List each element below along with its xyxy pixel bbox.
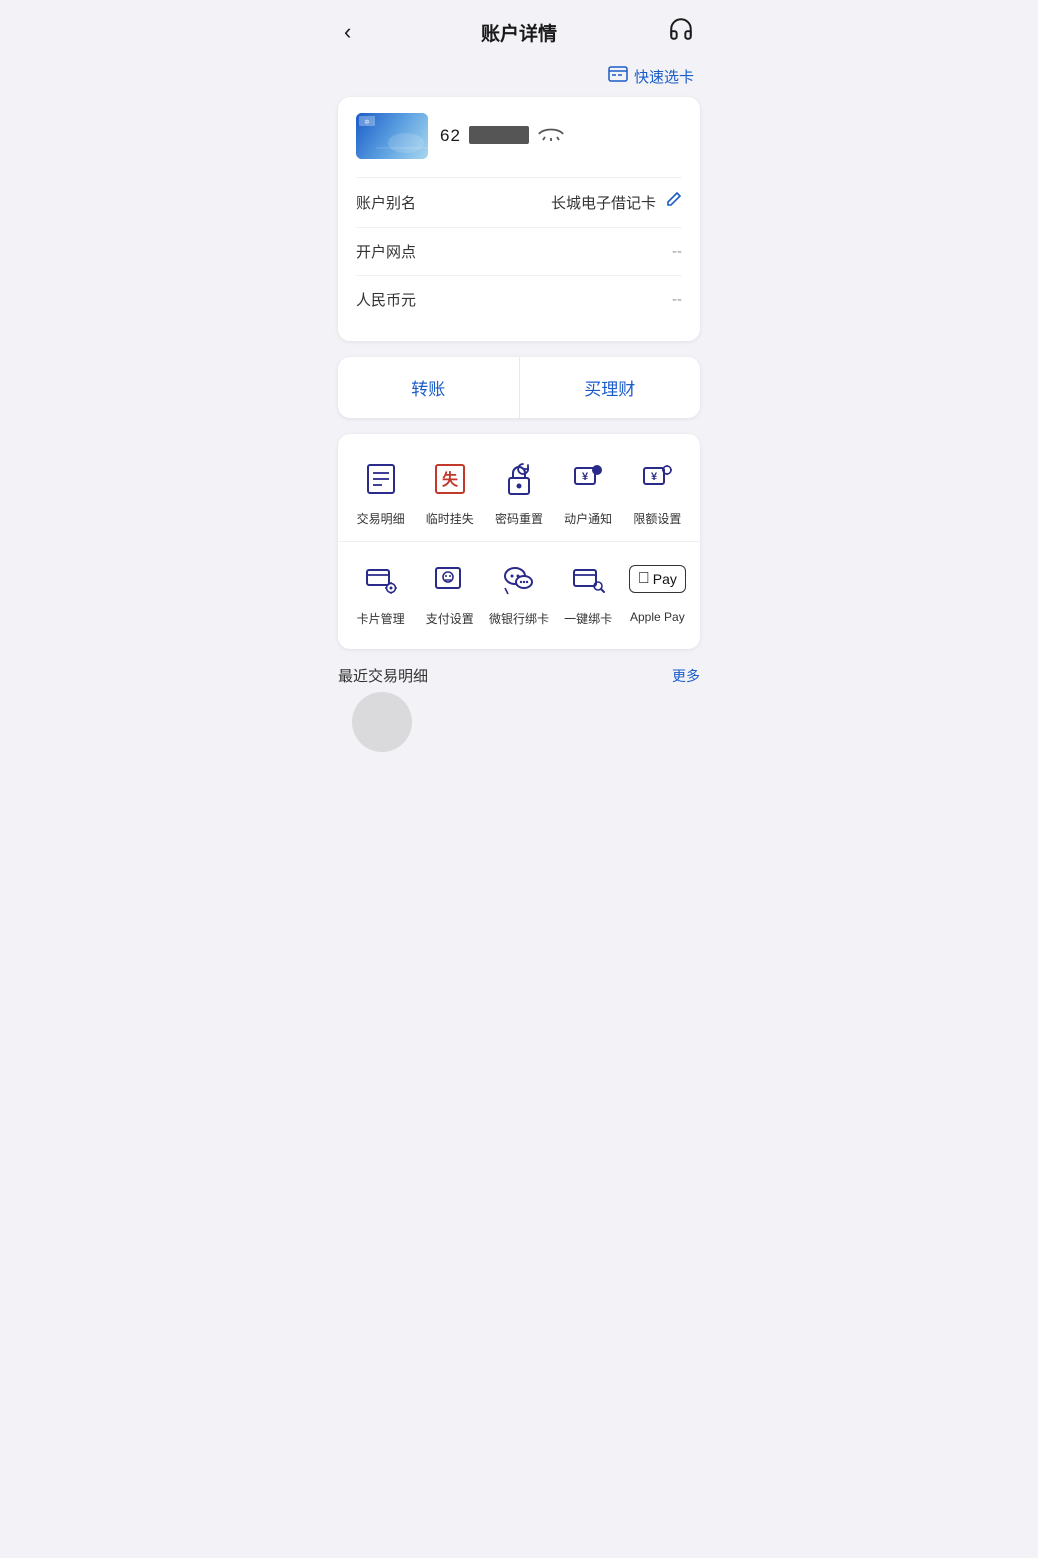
card-manage-label: 卡片管理 <box>357 610 405 627</box>
alias-label: 账户别名 <box>356 192 416 213</box>
card-manage-button[interactable]: 卡片管理 <box>349 556 413 627</box>
branch-row: 开户网点 -- <box>356 227 682 275</box>
apple-logo-icon:  <box>638 570 650 588</box>
card-number-redacted <box>469 126 529 144</box>
apple-pay-box:  Pay <box>629 565 686 593</box>
svg-text:失: 失 <box>442 470 459 489</box>
card-manage-icon <box>358 556 404 602</box>
eye-closed-icon <box>537 125 565 143</box>
branch-label: 开户网点 <box>356 241 416 262</box>
header: ‹ 账户详情 <box>324 0 714 60</box>
svg-text:¥: ¥ <box>651 471 658 483</box>
icon-row-2: 卡片管理 支付设置 <box>338 542 700 641</box>
currency-label: 人民币元 <box>356 289 416 310</box>
card-icon <box>608 66 628 82</box>
notify-icon: ¥ <box>569 460 607 498</box>
limit-setting-button[interactable]: ¥ 限额设置 <box>625 456 689 527</box>
one-click-bind-icon <box>565 556 611 602</box>
recent-placeholder <box>352 692 412 752</box>
quick-select-area: 快速选卡 <box>324 60 714 97</box>
limit-setting-label: 限额设置 <box>633 510 681 527</box>
recent-header: 最近交易明细 更多 <box>338 665 700 686</box>
one-click-bind-button[interactable]: 一键绑卡 <box>556 556 620 627</box>
transaction-detail-label: 交易明细 <box>357 510 405 527</box>
icon-grid: 交易明细 失 临时挂失 <box>338 434 700 649</box>
edit-alias-button[interactable] <box>664 191 682 214</box>
card-image: 中 <box>356 113 428 159</box>
payment-svg-icon <box>431 560 469 598</box>
freeze-icon: 失 <box>431 460 469 498</box>
card-number-prefix: 62 <box>440 126 461 146</box>
edit-icon <box>664 191 682 209</box>
page-title: 账户详情 <box>481 19 557 46</box>
payment-setting-label: 支付设置 <box>426 610 474 627</box>
recent-title: 最近交易明细 <box>338 665 428 686</box>
quick-select-button[interactable]: 快速选卡 <box>608 66 694 87</box>
activity-notify-label: 动户通知 <box>564 510 612 527</box>
apple-pay-icon:  Pay <box>634 556 680 602</box>
lock-icon <box>500 460 538 498</box>
apple-pay-button[interactable]:  Pay Apple Pay <box>625 556 689 627</box>
webank-bind-label: 微银行绑卡 <box>489 610 549 627</box>
temp-freeze-button[interactable]: 失 临时挂失 <box>418 456 482 527</box>
quick-select-icon <box>608 66 628 87</box>
support-button[interactable] <box>664 16 694 48</box>
list-icon <box>362 460 400 498</box>
webank-bind-icon <box>496 556 542 602</box>
one-click-svg-icon <box>569 560 607 598</box>
card-thumbnail: 中 <box>356 113 428 159</box>
apple-pay-text: Pay <box>653 571 677 587</box>
transfer-button[interactable]: 转账 <box>338 357 520 418</box>
apple-pay-label: Apple Pay <box>630 610 685 624</box>
currency-row: 人民币元 -- <box>356 275 682 323</box>
recent-more-button[interactable]: 更多 <box>672 666 700 686</box>
password-reset-icon <box>496 456 542 502</box>
svg-text:中: 中 <box>364 119 369 126</box>
activity-notify-icon: ¥ <box>565 456 611 502</box>
password-reset-button[interactable]: 密码重置 <box>487 456 551 527</box>
activity-notify-button[interactable]: ¥ 动户通知 <box>556 456 620 527</box>
icon-row-1: 交易明细 失 临时挂失 <box>338 442 700 542</box>
alias-row: 账户别名 长城电子借记卡 <box>356 177 682 227</box>
payment-setting-icon <box>427 556 473 602</box>
quick-select-label: 快速选卡 <box>634 66 694 87</box>
one-click-bind-label: 一键绑卡 <box>564 610 612 627</box>
webank-bind-button[interactable]: 微银行绑卡 <box>487 556 551 627</box>
temp-freeze-icon: 失 <box>427 456 473 502</box>
currency-value: -- <box>672 291 682 308</box>
eye-toggle-button[interactable] <box>537 125 565 148</box>
card-number-area: 62 <box>440 125 682 148</box>
branch-value: -- <box>672 243 682 260</box>
back-button[interactable]: ‹ <box>344 19 374 45</box>
wechat-svg-icon <box>500 560 538 598</box>
svg-text:¥: ¥ <box>582 471 589 483</box>
temp-freeze-label: 临时挂失 <box>426 510 474 527</box>
action-row: 转账 买理财 <box>338 357 700 418</box>
transaction-detail-icon <box>358 456 404 502</box>
card-manage-svg-icon <box>362 560 400 598</box>
transaction-detail-button[interactable]: 交易明细 <box>349 456 413 527</box>
headphones-icon <box>668 16 694 42</box>
invest-button[interactable]: 买理财 <box>520 357 701 418</box>
alias-value: 长城电子借记卡 <box>551 191 682 214</box>
limit-icon: ¥ <box>638 460 676 498</box>
recent-section: 最近交易明细 更多 <box>338 665 700 772</box>
card-section: 中 62 账户别名 长城电子借记卡 <box>338 97 700 341</box>
payment-setting-button[interactable]: 支付设置 <box>418 556 482 627</box>
password-reset-label: 密码重置 <box>495 510 543 527</box>
card-info-row: 中 62 <box>356 113 682 159</box>
limit-setting-icon: ¥ <box>634 456 680 502</box>
